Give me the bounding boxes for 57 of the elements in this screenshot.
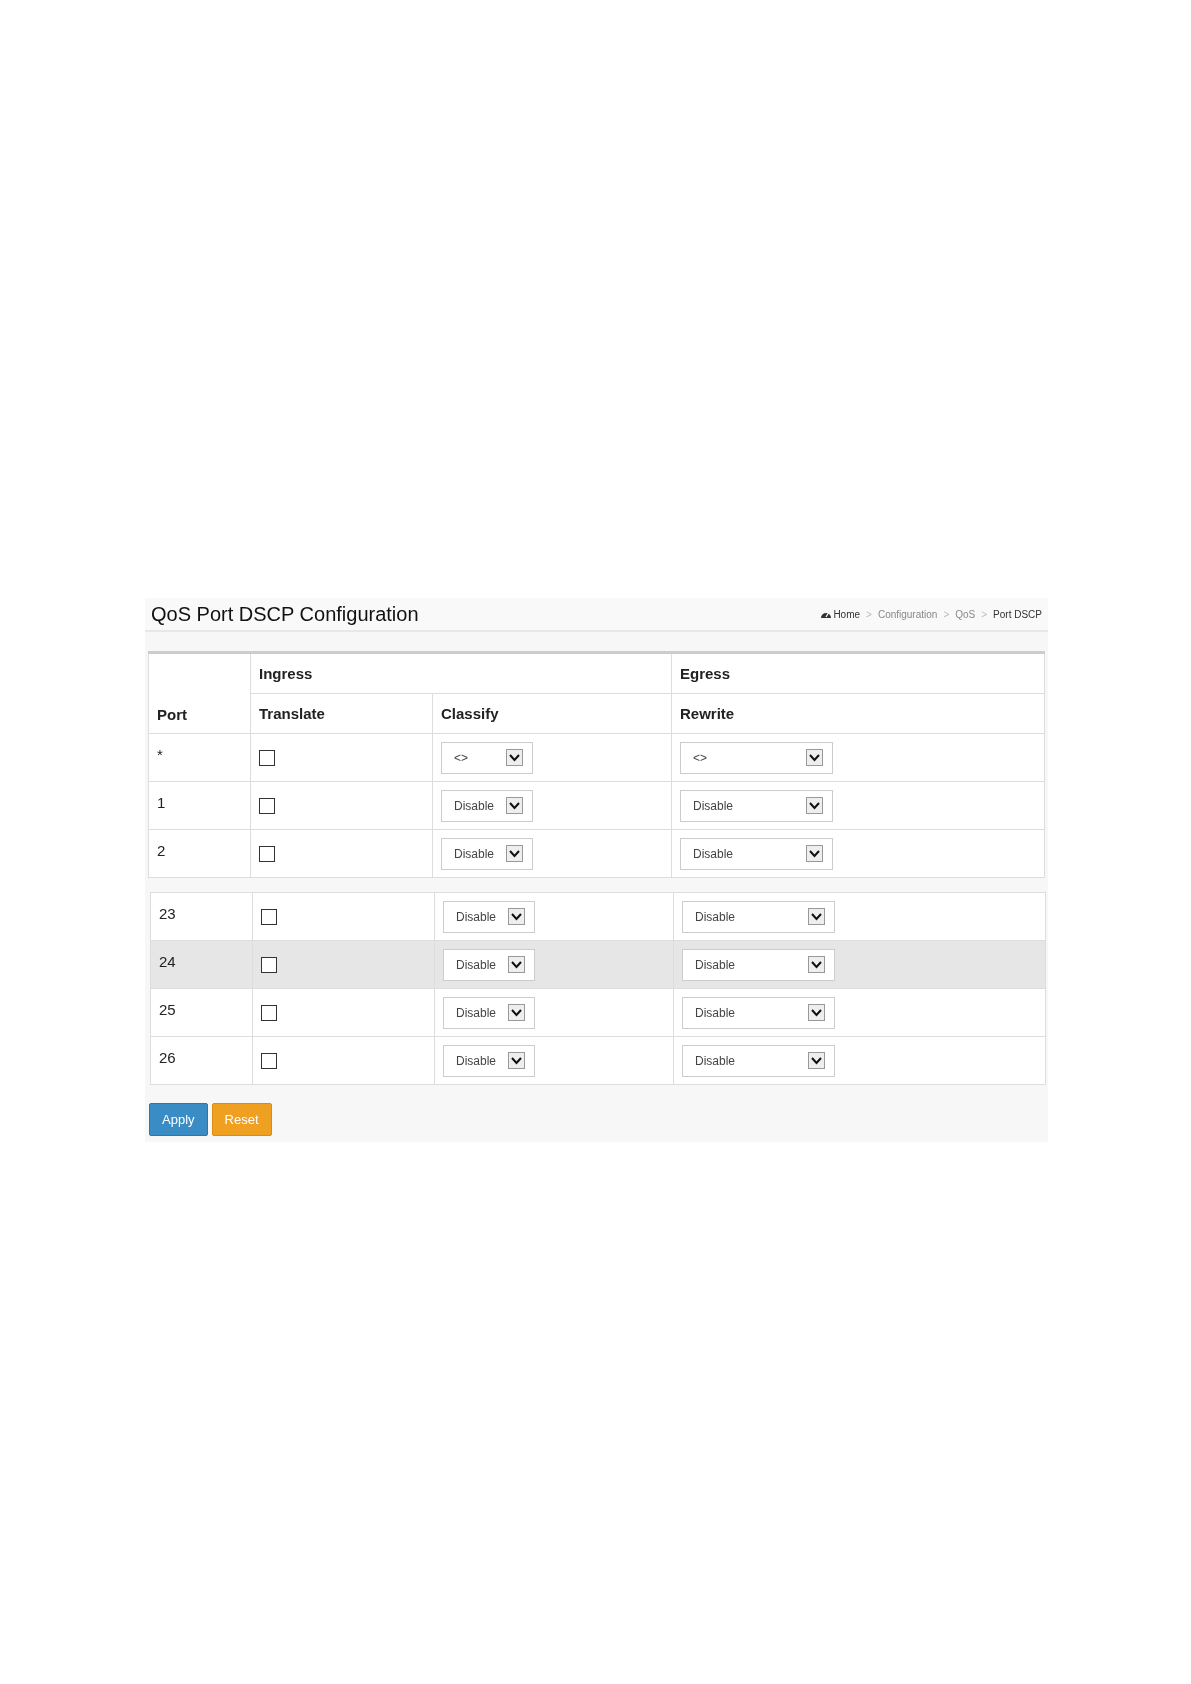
port-number: 2 <box>157 842 166 859</box>
chevron-down-icon <box>506 845 523 862</box>
column-header: Port <box>148 652 251 734</box>
checkbox[interactable] <box>259 749 275 766</box>
chevron-down-icon <box>808 908 825 925</box>
chevron-down-icon <box>806 749 823 766</box>
checkbox[interactable] <box>261 1052 277 1069</box>
checkbox[interactable] <box>259 797 275 814</box>
dropdown[interactable]: Disable <box>680 837 833 870</box>
dropdown[interactable]: <> <box>680 741 833 774</box>
apply-button[interactable]: Apply <box>149 1103 208 1136</box>
dropdown[interactable]: Disable <box>682 948 835 981</box>
chevron-down-icon <box>808 1004 825 1021</box>
breadcrumb-link[interactable]: QoS <box>955 608 976 620</box>
chevron-down-icon <box>508 908 525 925</box>
chevron-down-icon <box>508 1004 525 1021</box>
chevron-down-icon <box>806 845 823 862</box>
port-number: 23 <box>159 905 176 922</box>
dropdown[interactable]: Disable <box>443 1044 535 1077</box>
dropdown[interactable]: Disable <box>682 1044 835 1077</box>
dropdown[interactable]: Disable <box>443 996 535 1029</box>
chevron-down-icon <box>506 797 523 814</box>
page-title: QoS Port DSCP Configuration <box>151 602 419 626</box>
port-number: 1 <box>157 794 166 811</box>
breadcrumb-link[interactable]: Home <box>820 608 861 620</box>
breadcrumb-separator: > <box>866 608 872 620</box>
port-number: 24 <box>159 953 176 970</box>
column-header: Classify <box>432 693 672 734</box>
port-number: 25 <box>159 1001 176 1018</box>
checkbox[interactable] <box>261 908 277 925</box>
port-number: 26 <box>159 1049 176 1066</box>
breadcrumb-link[interactable]: Configuration <box>877 608 938 620</box>
chevron-down-icon <box>508 956 525 973</box>
dropdown[interactable]: Disable <box>441 789 533 822</box>
dropdown[interactable]: Disable <box>441 837 533 870</box>
column-header: Rewrite <box>671 693 1045 734</box>
dropdown[interactable]: Disable <box>680 789 833 822</box>
chevron-down-icon <box>508 1052 525 1069</box>
checkbox[interactable] <box>261 956 277 973</box>
dropdown[interactable]: Disable <box>682 900 835 933</box>
column-group-header: Egress <box>671 652 1045 694</box>
port-number: * <box>157 746 163 763</box>
dropdown[interactable]: Disable <box>682 996 835 1029</box>
checkbox[interactable] <box>261 1004 277 1021</box>
column-group-header: Ingress <box>250 652 672 694</box>
chevron-down-icon <box>808 956 825 973</box>
dropdown[interactable]: <> <box>441 741 533 774</box>
dropdown[interactable]: Disable <box>443 948 535 981</box>
chevron-down-icon <box>808 1052 825 1069</box>
breadcrumb-separator: > <box>943 608 950 620</box>
column-header: Translate <box>250 693 433 734</box>
chevron-down-icon <box>506 749 523 766</box>
breadcrumb-separator: > <box>981 608 988 620</box>
dropdown[interactable]: Disable <box>443 900 535 933</box>
chevron-down-icon <box>806 797 823 814</box>
breadcrumb-link[interactable]: Port DSCP <box>993 608 1042 620</box>
checkbox[interactable] <box>259 845 275 862</box>
